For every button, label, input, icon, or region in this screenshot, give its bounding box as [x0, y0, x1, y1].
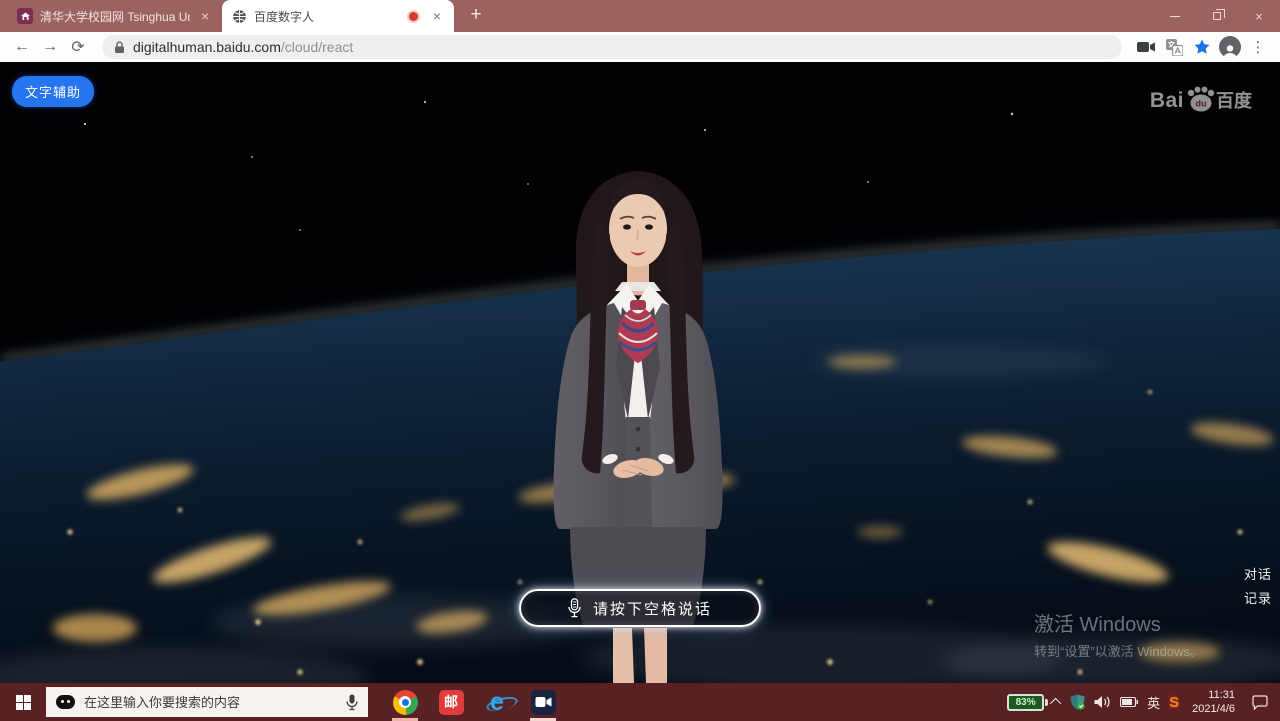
windows-taskbar: 邮 e 83%: [0, 683, 1280, 721]
search-mic-icon[interactable]: [346, 694, 358, 711]
battery-tray-icon[interactable]: [1120, 697, 1138, 707]
new-tab-button[interactable]: +: [462, 1, 490, 29]
side-tab-dialog[interactable]: 对话: [1244, 564, 1272, 583]
mail-icon: 邮: [439, 690, 464, 715]
url-path: /cloud/react: [281, 39, 353, 55]
url-host: digitalhuman.baidu.com: [133, 39, 281, 55]
back-button[interactable]: ←: [8, 33, 36, 61]
camera-taskbar-button[interactable]: [520, 683, 566, 721]
push-to-talk-button[interactable]: 请按下空格说话: [519, 589, 761, 627]
start-button[interactable]: [0, 683, 46, 721]
recording-indicator-icon: [409, 12, 418, 21]
chrome-icon: [393, 690, 418, 715]
internet-explorer-icon: e: [490, 690, 504, 715]
taskbar-apps: 邮 e: [382, 683, 566, 721]
tab-title: 清华大学校园网 Tsinghua Univ: [40, 8, 190, 25]
window-controls: ×: [1154, 0, 1280, 32]
clock-date: 2021/4/6: [1192, 702, 1235, 716]
mail-taskbar-button[interactable]: 邮: [428, 683, 474, 721]
tsinghua-favicon: [17, 8, 33, 24]
defender-icon[interactable]: [1070, 694, 1085, 710]
clock-time: 11:31: [1192, 688, 1235, 702]
browser-toolbar: ← → ⟳ digitalhuman.baidu.com/cloud/react…: [0, 32, 1280, 62]
bookmark-star-icon[interactable]: [1188, 33, 1216, 61]
battery-widget[interactable]: 83%: [1007, 694, 1044, 711]
speaker-icon[interactable]: [1094, 695, 1111, 709]
tray-overflow-chevron-icon[interactable]: [1050, 698, 1061, 709]
camera-in-use-icon[interactable]: [1132, 33, 1160, 61]
ie-taskbar-button[interactable]: e: [474, 683, 520, 721]
baidu-logo: Bai du 百度: [1150, 86, 1252, 113]
taskbar-search-input[interactable]: [84, 695, 337, 710]
svg-text:du: du: [1196, 99, 1207, 109]
system-tray: 83% 英 S 11:31 2021/4/6: [1007, 688, 1280, 716]
text-assist-button[interactable]: 文字辅助: [12, 76, 94, 107]
translate-icon[interactable]: [1160, 33, 1188, 61]
baidu-logo-cn: 百度: [1216, 87, 1252, 113]
windows-activation-watermark: 激活 Windows 转到“设置”以激活 Windows。: [1034, 608, 1203, 660]
refresh-button[interactable]: ⟳: [64, 33, 92, 61]
camera-app-icon: [531, 690, 556, 715]
baidu-logo-bai: Bai: [1150, 89, 1184, 113]
lock-icon: [114, 41, 125, 54]
page-viewport: 文字辅助 Bai du 百度 请按下空格说话 对话 记录: [0, 62, 1280, 683]
minimize-button[interactable]: [1154, 0, 1196, 32]
taskbar-clock[interactable]: 11:31 2021/4/6: [1188, 688, 1239, 716]
browser-menu-icon[interactable]: ⋮: [1244, 33, 1272, 61]
tab-strip: 清华大学校园网 Tsinghua Univ × 百度数字人 × + ×: [0, 0, 1280, 32]
tab-digitalhuman[interactable]: 百度数字人 ×: [222, 0, 454, 32]
push-to-talk-label: 请按下空格说话: [593, 598, 712, 619]
close-tab-icon[interactable]: ×: [197, 8, 213, 24]
forward-button[interactable]: →: [36, 33, 64, 61]
activation-title: 激活 Windows: [1034, 608, 1203, 637]
side-tab-record[interactable]: 记录: [1244, 588, 1272, 607]
action-center-icon[interactable]: [1252, 695, 1268, 710]
globe-favicon: [231, 8, 247, 24]
close-tab-icon[interactable]: ×: [429, 8, 445, 24]
search-assistant-icon: [56, 695, 75, 709]
windows-logo-icon: [16, 695, 31, 710]
tab-title: 百度数字人: [254, 8, 402, 25]
microphone-icon: [568, 598, 581, 618]
sogou-input-icon[interactable]: S: [1169, 694, 1179, 711]
restore-icon: [1213, 12, 1221, 20]
close-window-button[interactable]: ×: [1238, 0, 1280, 32]
activation-subtitle: 转到“设置”以激活 Windows。: [1034, 641, 1203, 660]
baidu-paw-icon: du: [1185, 86, 1215, 113]
profile-avatar-icon[interactable]: [1216, 33, 1244, 61]
url-text: digitalhuman.baidu.com/cloud/react: [133, 39, 353, 55]
restore-button[interactable]: [1196, 0, 1238, 32]
address-bar[interactable]: digitalhuman.baidu.com/cloud/react: [102, 35, 1122, 59]
input-method-indicator[interactable]: 英: [1147, 693, 1160, 712]
taskbar-search[interactable]: [46, 687, 368, 717]
minimize-icon: [1170, 16, 1180, 17]
tab-tsinghua[interactable]: 清华大学校园网 Tsinghua Univ ×: [8, 0, 222, 32]
browser-window: 清华大学校园网 Tsinghua Univ × 百度数字人 × + × ← → …: [0, 0, 1280, 721]
chrome-taskbar-button[interactable]: [382, 683, 428, 721]
